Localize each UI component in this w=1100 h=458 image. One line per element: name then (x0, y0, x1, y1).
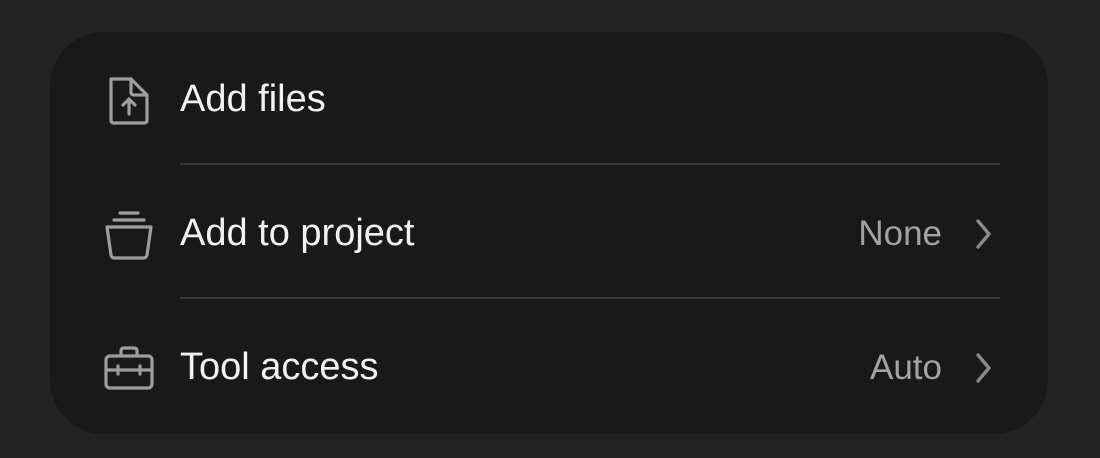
tool-access-value: Auto (870, 348, 942, 387)
file-upload-icon (102, 74, 156, 128)
add-files-item[interactable]: Add files (50, 32, 1048, 166)
divider (180, 163, 1000, 165)
divider (180, 297, 1000, 299)
add-files-label: Add files (180, 78, 326, 120)
add-to-project-label: Add to project (180, 212, 415, 254)
chevron-right-icon (970, 350, 998, 386)
tool-access-item[interactable]: Tool access Auto (50, 300, 1048, 434)
tool-access-label: Tool access (180, 346, 379, 388)
project-stack-icon (102, 208, 156, 262)
project-value: None (858, 214, 942, 253)
add-to-project-item[interactable]: Add to project None (50, 166, 1048, 300)
chevron-right-icon (970, 216, 998, 252)
options-menu-card: Add files Add to project None Tool acces… (50, 32, 1048, 434)
toolbox-icon (102, 342, 156, 396)
